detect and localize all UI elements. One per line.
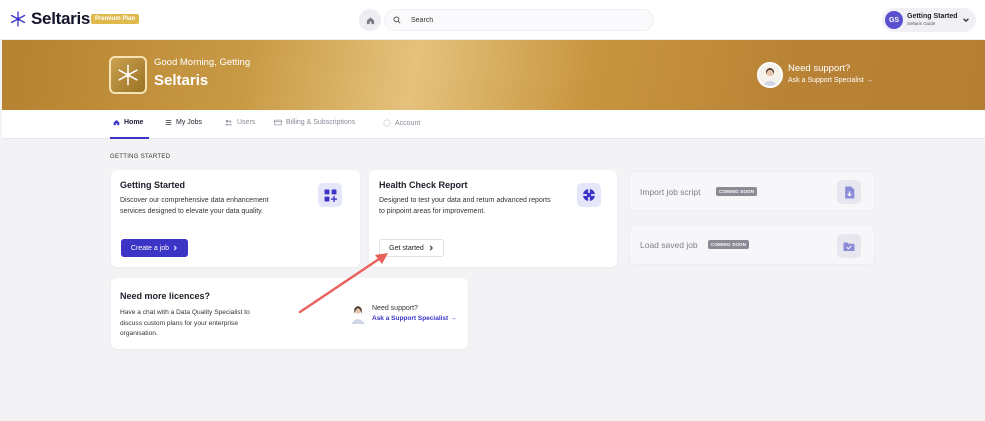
annotation-arrow (298, 253, 388, 314)
